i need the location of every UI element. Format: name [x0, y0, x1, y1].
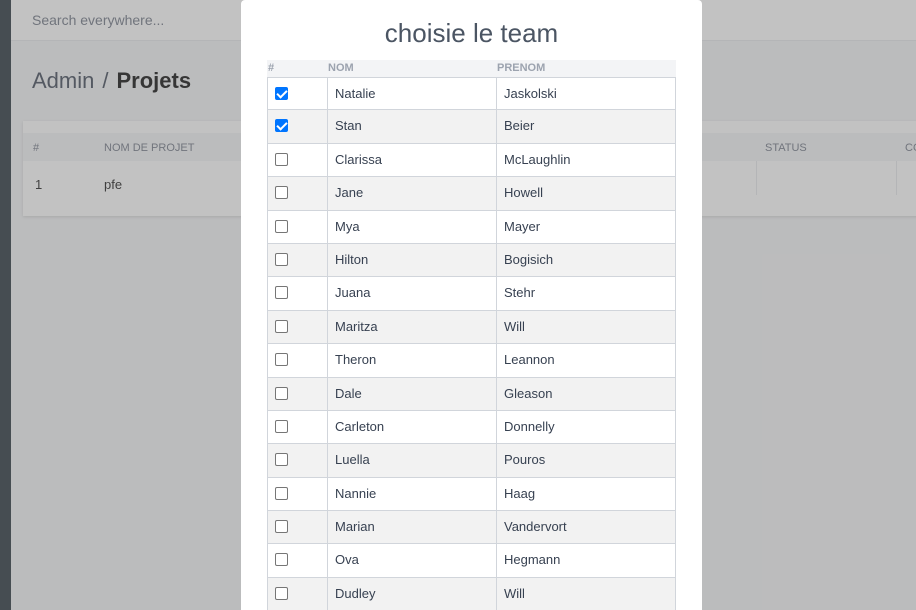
member-prenom: Donnelly	[504, 418, 555, 434]
table-row: Juana Stehr	[267, 277, 676, 311]
member-checkbox[interactable]	[275, 353, 288, 367]
select-cell	[268, 110, 328, 143]
col-nom: NOM	[328, 62, 354, 74]
team-table-header: # NOM PRENOM	[267, 60, 676, 77]
member-checkbox[interactable]	[275, 87, 288, 100]
member-prenom: Hegmann	[504, 552, 561, 568]
select-cell	[268, 344, 328, 377]
select-cell	[268, 577, 328, 610]
member-prenom: Stehr	[504, 285, 536, 301]
member-checkbox[interactable]	[275, 419, 288, 433]
member-nom: Maritza	[328, 310, 497, 344]
select-cell	[268, 377, 328, 410]
member-nom: Theron	[328, 344, 497, 377]
table-row: Theron Leannon	[267, 344, 676, 378]
member-nom: Clarissa	[328, 143, 497, 177]
member-prenom: Bogisich	[504, 251, 554, 267]
select-cell	[268, 544, 328, 577]
member-prenom: Beier	[504, 118, 535, 134]
table-row: Clarissa McLaughlin	[267, 143, 676, 178]
member-checkbox[interactable]	[275, 386, 288, 400]
col-prenom: PRENOM	[497, 62, 546, 74]
table-row: Mya Mayer	[267, 210, 676, 244]
member-checkbox[interactable]	[275, 252, 288, 266]
member-checkbox[interactable]	[275, 286, 288, 300]
member-nom: Juana	[328, 277, 497, 310]
member-nom: Marian	[328, 511, 497, 544]
member-checkbox[interactable]	[275, 186, 288, 200]
table-row: Maritza Will	[267, 310, 676, 345]
member-checkbox[interactable]	[275, 553, 288, 567]
member-nom: Stan	[328, 110, 497, 143]
table-row: Jane Howell	[267, 177, 676, 211]
table-row: Dale Gleason	[267, 377, 676, 411]
member-checkbox[interactable]	[275, 319, 288, 333]
team-table-body: Natalie Jaskolski Stan Beier Clarissa McLaugh…	[267, 77, 676, 610]
select-cell	[268, 210, 328, 243]
member-checkbox[interactable]	[275, 586, 288, 600]
table-row: Dudley Will	[267, 577, 676, 610]
member-nom: Natalie	[328, 78, 497, 110]
table-row: Marian Vandervort	[267, 511, 676, 545]
table-row: Nannie Haag	[267, 477, 676, 512]
member-nom: Luella	[328, 444, 497, 477]
table-row: Natalie Jaskolski	[267, 77, 676, 111]
select-cell	[268, 444, 328, 477]
select-cell	[268, 143, 328, 177]
member-nom: Mya	[328, 210, 497, 243]
member-checkbox[interactable]	[275, 152, 288, 166]
table-row: Carleton Donnelly	[267, 410, 676, 445]
select-cell	[268, 410, 328, 444]
member-nom: Jane	[328, 177, 497, 210]
select-cell	[268, 177, 328, 210]
member-checkbox[interactable]	[275, 453, 288, 467]
select-cell	[268, 310, 328, 344]
member-prenom: Jaskolski	[504, 86, 557, 101]
table-row: Ova Hegmann	[267, 544, 676, 578]
member-prenom: Howell	[504, 185, 544, 201]
member-prenom: Gleason	[504, 385, 553, 401]
member-nom: Ova	[328, 544, 497, 577]
team-modal: choisie le team # NOM PRENOM Natalie Jask…	[241, 0, 702, 610]
team-table: # NOM PRENOM Natalie Jaskolski Stan Beier Cl…	[267, 60, 676, 610]
member-nom: Carleton	[328, 410, 497, 444]
select-cell	[268, 511, 328, 544]
member-checkbox[interactable]	[275, 520, 288, 534]
table-row: Luella Pouros	[267, 444, 676, 478]
select-cell	[268, 243, 328, 277]
member-nom: Nannie	[328, 477, 497, 511]
member-prenom: Haag	[504, 485, 536, 501]
member-checkbox[interactable]	[275, 219, 288, 233]
select-cell	[268, 477, 328, 511]
member-prenom: Pouros	[504, 452, 546, 468]
member-nom: Hilton	[328, 243, 497, 277]
select-cell	[268, 277, 328, 310]
member-prenom: Mayer	[504, 218, 541, 234]
col-number: #	[268, 62, 275, 74]
select-cell	[268, 78, 328, 110]
member-prenom: McLaughlin	[504, 151, 571, 167]
table-row: Stan Beier	[267, 110, 676, 144]
member-prenom: Leannon	[504, 352, 555, 368]
member-checkbox[interactable]	[275, 119, 288, 133]
member-nom: Dale	[328, 377, 497, 410]
modal-title: choisie le team	[384, 18, 559, 48]
member-prenom: Will	[504, 585, 525, 601]
table-row: Hilton Bogisich	[267, 243, 676, 278]
member-checkbox[interactable]	[275, 486, 288, 500]
member-prenom: Vandervort	[504, 519, 567, 535]
member-nom: Dudley	[328, 577, 497, 610]
member-prenom: Will	[504, 318, 525, 334]
